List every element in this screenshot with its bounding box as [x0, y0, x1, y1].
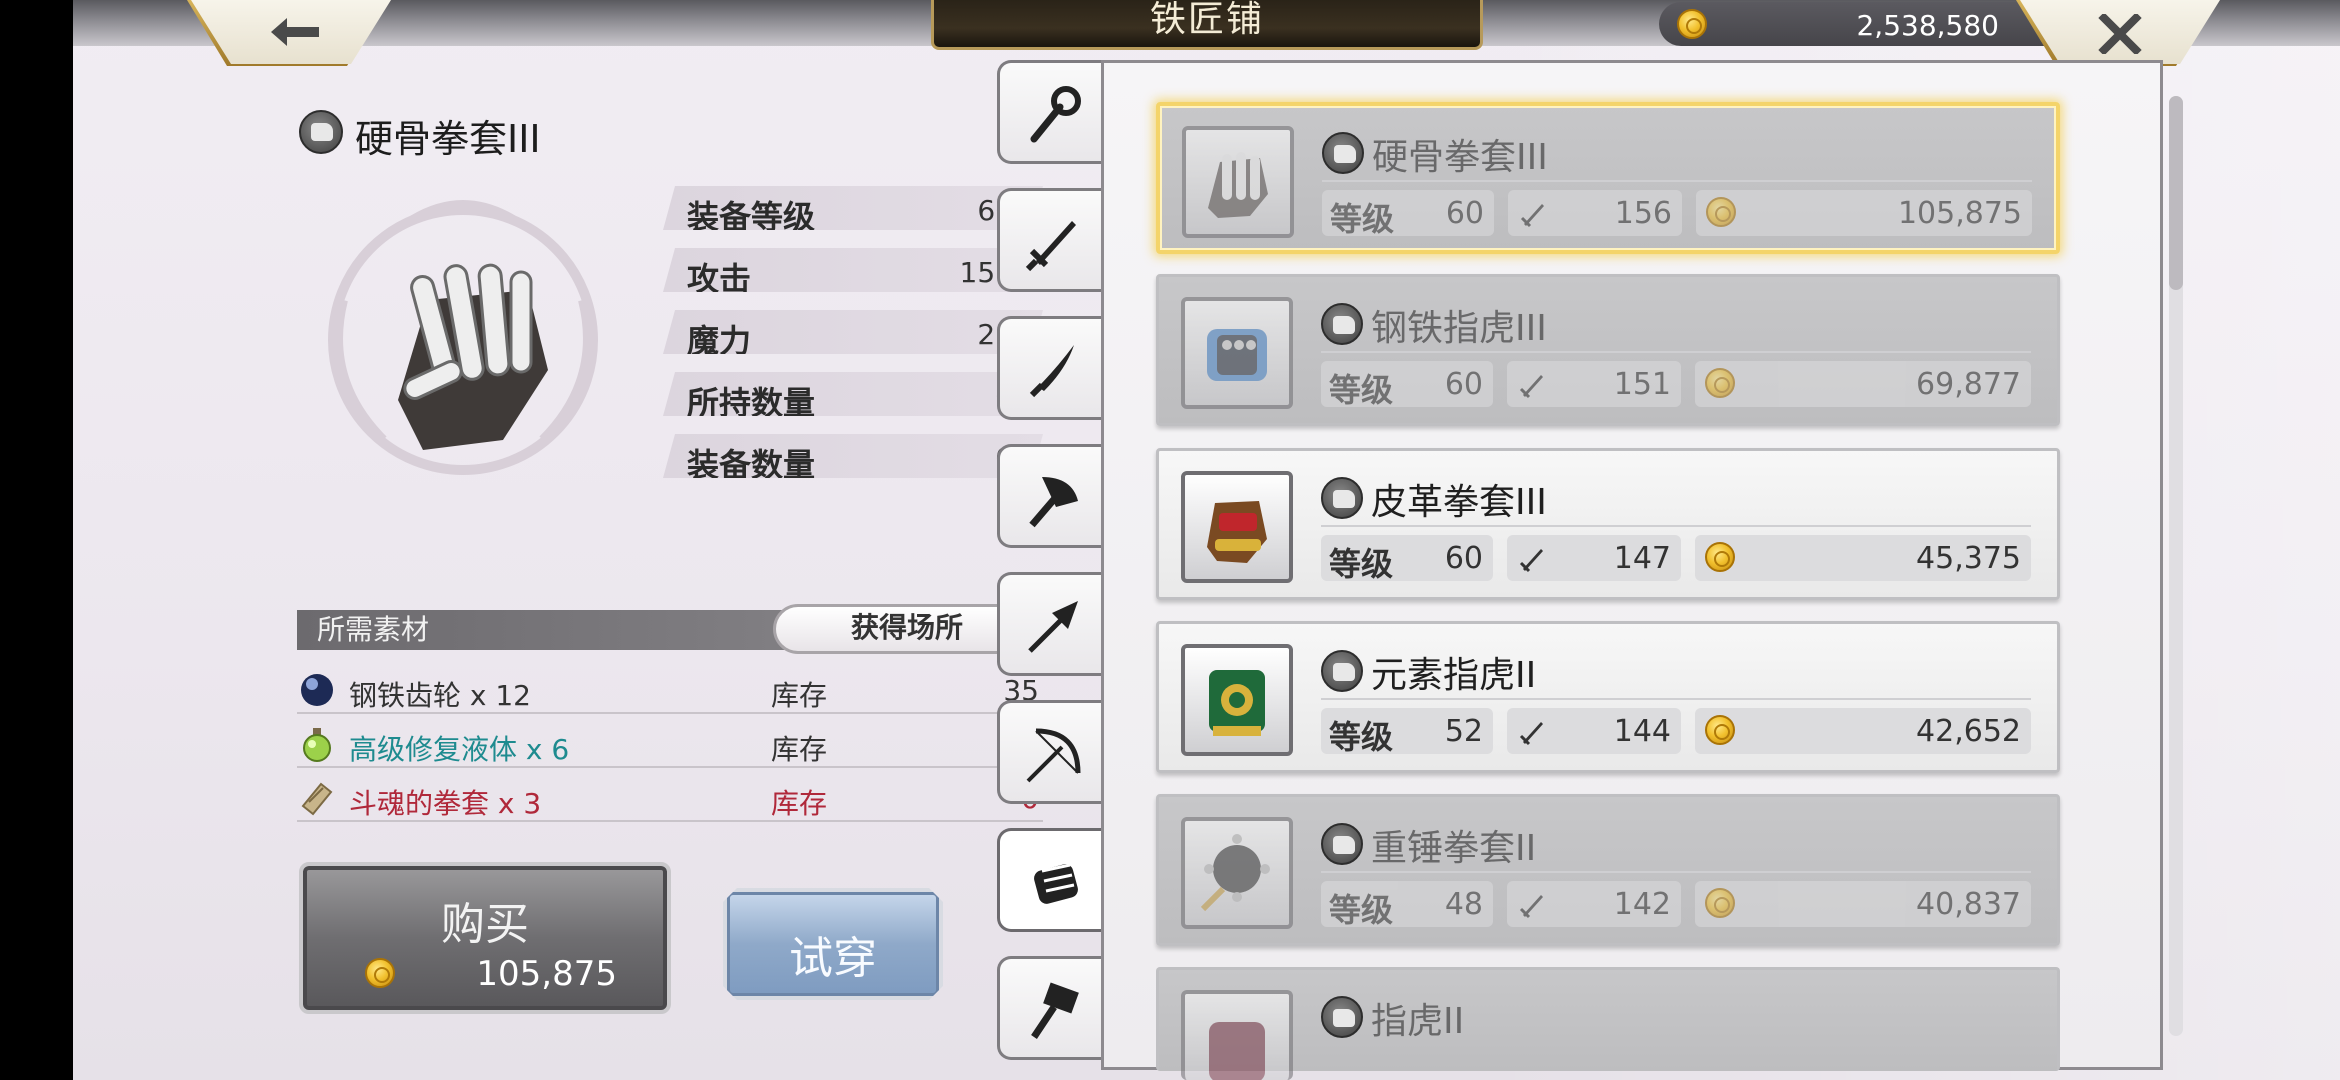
stat-row-equipped-count: 装备数量 0 — [663, 434, 1043, 478]
gold-coin-icon — [1677, 9, 1707, 39]
list-item[interactable]: 元素指虎II 等级 52 144 42,652 — [1156, 621, 2060, 773]
list-scrollbar-thumb[interactable] — [2169, 96, 2183, 290]
blade-icon — [1029, 345, 1074, 398]
item-thumbnail — [1181, 990, 1293, 1080]
gold-coin-icon — [1705, 888, 1735, 918]
sword-icon — [1025, 221, 1076, 272]
tab-axe[interactable] — [997, 444, 1105, 548]
gauntlet-type-icon — [299, 110, 343, 154]
close-icon — [2098, 14, 2142, 54]
gold-coin-icon — [1705, 368, 1735, 398]
stat-row-equip-level: 装备等级 60 — [663, 186, 1043, 230]
buy-price: 105,875 — [476, 954, 617, 994]
scroll-icon — [301, 782, 333, 816]
axe-icon — [1029, 477, 1078, 528]
selected-item-title: 硬骨拳套III — [299, 108, 541, 163]
list-item[interactable]: 皮革拳套III 等级 60 147 45,375 — [1156, 448, 2060, 600]
gauntlet-type-icon — [1321, 477, 1363, 519]
material-row-fighting-gauntlet[interactable]: 斗魂的拳套 x 3 库存 0 — [297, 772, 1043, 822]
page-title: 铁匠铺 — [931, 0, 1483, 50]
staff-icon — [1030, 86, 1081, 143]
potion-flask-icon — [303, 728, 331, 762]
attack-sword-icon — [1519, 375, 1543, 399]
leather-gauntlet-icon — [1207, 501, 1267, 563]
tab-blade[interactable] — [997, 316, 1105, 420]
gold-display: 2,538,580 — [1659, 2, 2079, 46]
item-preview-gauntlet-icon — [328, 200, 598, 475]
spear-icon — [1028, 601, 1078, 653]
gold-coin-icon — [1706, 197, 1736, 227]
list-item[interactable]: 硬骨拳套III 等级 60 156 105,875 — [1156, 102, 2060, 254]
attack-sword-icon — [1520, 204, 1544, 228]
tab-spear[interactable] — [997, 572, 1105, 676]
hammer-icon — [1031, 982, 1079, 1039]
stat-row-owned-count: 所持数量 0 — [663, 372, 1043, 416]
tab-bow[interactable] — [997, 700, 1105, 804]
item-thumbnail — [1181, 471, 1293, 583]
item-thumbnail — [1181, 644, 1293, 756]
list-item[interactable]: 钢铁指虎III 等级 60 151 69,877 — [1156, 274, 2060, 426]
knuckle-icon — [1209, 1022, 1265, 1080]
tab-staff[interactable] — [997, 60, 1105, 164]
tab-sword[interactable] — [997, 188, 1105, 292]
gold-coin-icon — [365, 958, 395, 988]
attack-sword-icon — [1519, 895, 1543, 919]
tab-fist[interactable] — [997, 828, 1109, 932]
bow-icon — [1026, 728, 1081, 783]
list-item[interactable]: 指虎II — [1156, 967, 2060, 1080]
steel-gear-orb-icon — [301, 674, 333, 706]
gold-amount: 2,538,580 — [1856, 9, 1999, 42]
material-row-gear[interactable]: 钢铁齿轮 x 12 库存 35 — [297, 664, 1043, 714]
steel-knuckle-icon — [1207, 329, 1267, 381]
gauntlet-type-icon — [1321, 823, 1363, 865]
spiked-hammer-gauntlet-icon — [1200, 834, 1270, 912]
buy-button[interactable]: 购买 105,875 — [299, 862, 671, 1014]
list-item[interactable]: 重锤拳套II 等级 48 142 40,837 — [1156, 794, 2060, 946]
gauntlet-type-icon — [1321, 303, 1363, 345]
bone-gauntlet-icon — [1208, 152, 1268, 218]
item-thumbnail — [1182, 126, 1294, 238]
item-thumbnail — [1181, 817, 1293, 929]
item-thumbnail — [1181, 297, 1293, 409]
stat-row-attack: 攻击 156 — [663, 248, 1043, 292]
try-on-button[interactable]: 试穿 — [723, 888, 943, 1000]
tab-hammer[interactable] — [997, 956, 1105, 1060]
attack-sword-icon — [1519, 722, 1543, 746]
attack-sword-icon — [1519, 549, 1543, 573]
stat-row-magic: 魔力 26 — [663, 310, 1043, 354]
game-screen: 铁匠铺 2,538,580 硬骨拳套III 装备等级 60 攻击 156 魔力 … — [73, 0, 2340, 1080]
gauntlet-type-icon — [1321, 996, 1363, 1038]
back-arrow-icon — [271, 18, 319, 46]
gold-coin-icon — [1705, 542, 1735, 572]
gauntlet-type-icon — [1322, 132, 1364, 174]
gauntlet-type-icon — [1321, 650, 1363, 692]
elemental-knuckle-icon — [1209, 670, 1265, 736]
material-row-repair-liquid[interactable]: 高级修复液体 x 6 库存 11 — [297, 718, 1043, 768]
item-stats: 装备等级 60 攻击 156 魔力 26 所持数量 0 装备数量 0 — [663, 186, 1043, 496]
gold-coin-icon — [1705, 715, 1735, 745]
fist-icon — [1034, 863, 1078, 904]
